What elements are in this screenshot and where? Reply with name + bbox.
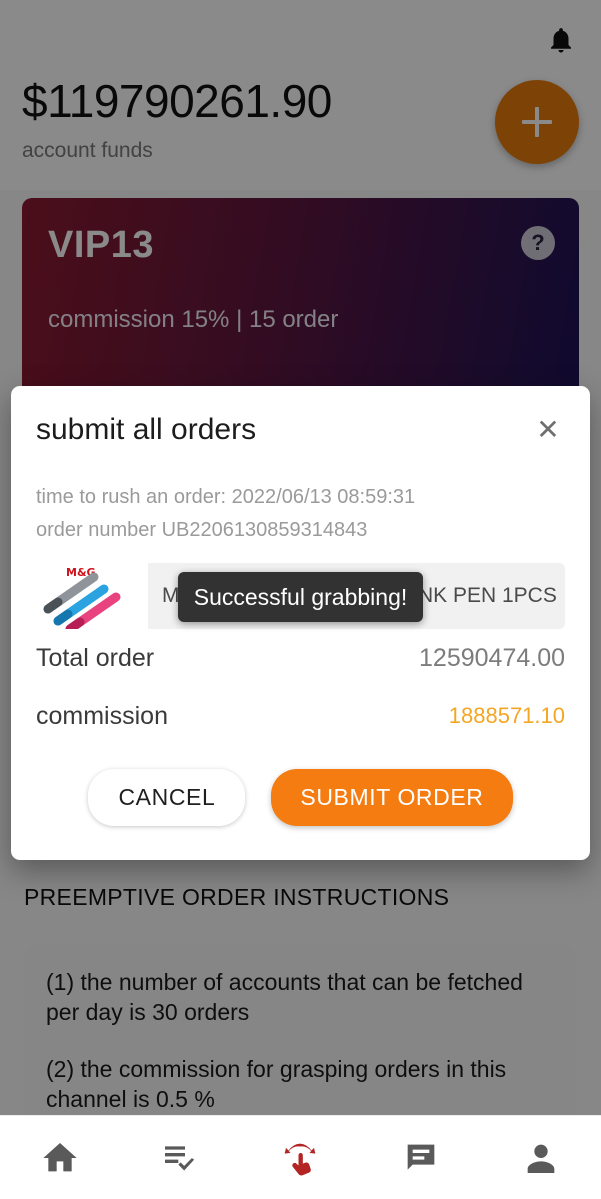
total-order-value: 12590474.00 (419, 644, 565, 673)
nav-home-button[interactable] (0, 1116, 120, 1199)
nav-chat-button[interactable] (361, 1116, 481, 1199)
order-number-label: order number UB2206130859314843 (36, 514, 565, 547)
order-time-label: time to rush an order: 2022/06/13 08:59:… (36, 481, 565, 514)
total-order-label: Total order (36, 644, 154, 673)
commission-label: commission (36, 702, 168, 731)
total-order-row: Total order 12590474.00 (36, 629, 565, 687)
dialog-actions: CANCEL SUBMIT ORDER (11, 745, 590, 860)
close-icon[interactable]: ✕ (528, 410, 568, 450)
product-thumbnail: M&G (36, 563, 148, 629)
commission-row: commission 1888571.10 (36, 687, 565, 745)
nav-orders-button[interactable] (120, 1116, 240, 1199)
person-icon (521, 1138, 561, 1178)
dialog-title: submit all orders (11, 386, 590, 446)
bottom-navigation (0, 1115, 601, 1199)
submit-order-button[interactable]: SUBMIT ORDER (271, 769, 512, 826)
nav-grab-orders-button[interactable] (240, 1116, 360, 1199)
app-root: $119790261.90 account funds VIP13 ? comm… (0, 0, 601, 1199)
home-icon (40, 1138, 80, 1178)
order-totals: Total order 12590474.00 commission 18885… (11, 629, 590, 745)
submit-orders-dialog: submit all orders ✕ time to rush an orde… (11, 386, 590, 860)
toast-message: Successful grabbing! (194, 584, 408, 611)
dialog-meta: time to rush an order: 2022/06/13 08:59:… (11, 446, 590, 547)
toast-notification: Successful grabbing! (178, 572, 423, 622)
chat-bubble-icon (401, 1138, 441, 1178)
commission-value: 1888571.10 (449, 703, 565, 729)
cancel-button[interactable]: CANCEL (88, 769, 245, 826)
swipe-gesture-icon (280, 1138, 320, 1178)
nav-profile-button[interactable] (481, 1116, 601, 1199)
order-list-check-icon (160, 1138, 200, 1178)
